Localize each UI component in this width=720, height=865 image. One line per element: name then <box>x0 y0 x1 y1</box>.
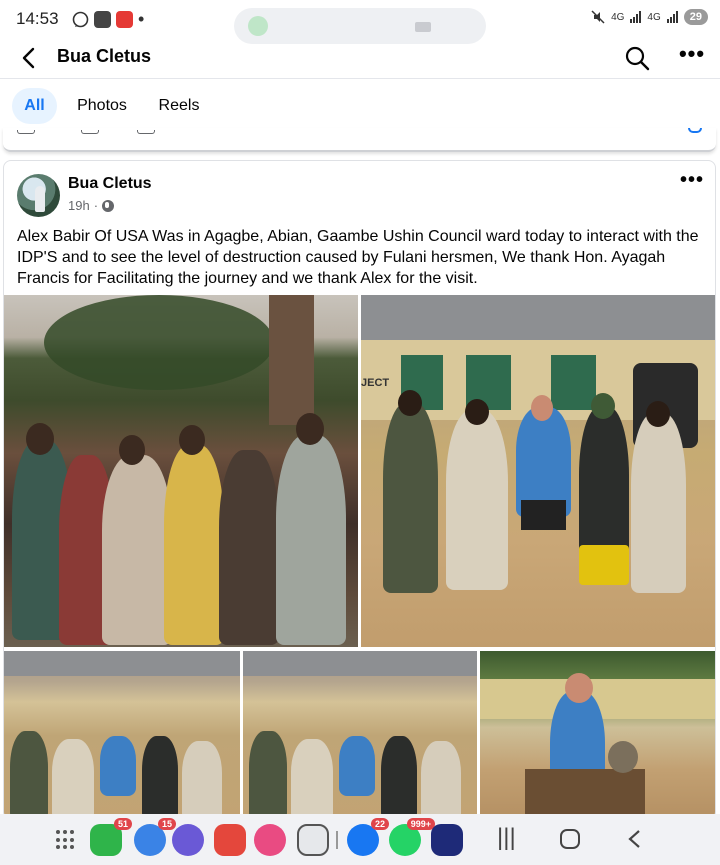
battery-level: 29 <box>683 9 708 25</box>
dock-separator <box>336 831 338 849</box>
app-drawer-icon[interactable] <box>56 830 76 850</box>
building-sign-text: JECT <box>361 377 390 389</box>
briefcase-icon <box>415 22 431 32</box>
arrow-left-icon[interactable] <box>16 44 44 72</box>
search-icon[interactable] <box>623 44 651 72</box>
signal-icon <box>630 11 642 23</box>
network-type-2: 4G <box>647 11 661 23</box>
mute-icon <box>591 10 605 24</box>
tab-photos[interactable]: Photos <box>70 88 134 124</box>
recents-icon[interactable]: ||| <box>497 826 516 850</box>
app-notification-icon <box>94 10 111 28</box>
group-photo[interactable]: JECT <box>361 295 715 647</box>
like-icon[interactable] <box>17 130 35 134</box>
status-indicators: 4G 4G 29 <box>591 9 708 25</box>
more-notifications-dot: • <box>138 9 145 29</box>
signal-icon-2 <box>666 11 678 23</box>
facebook-badge: 22 <box>370 818 389 830</box>
group-photo-3[interactable] <box>243 651 477 819</box>
tab-all[interactable]: All <box>12 88 57 124</box>
post-meta: 19h · <box>68 198 115 213</box>
reaction-icon <box>688 128 702 133</box>
nav-back-icon[interactable] <box>625 828 643 850</box>
camera-app-icon[interactable] <box>297 824 329 856</box>
phone-app-icon[interactable]: 51 <box>90 818 132 856</box>
youtube-notification-icon <box>116 10 133 28</box>
network-type: 4G <box>611 11 625 23</box>
meta-separator: · <box>93 198 99 213</box>
whatsapp-badge: 999+ <box>406 818 435 830</box>
whatsapp-icon <box>248 16 268 36</box>
share-icon[interactable] <box>137 130 155 134</box>
crowd-photo[interactable] <box>4 295 358 647</box>
globe-icon <box>102 199 115 212</box>
app-header: Bua Cletus ••• <box>0 38 720 78</box>
avatar[interactable] <box>17 174 60 217</box>
status-bar: 14:53 • 4G 4G 29 <box>0 0 720 44</box>
previous-post-footer <box>3 128 716 152</box>
header-divider <box>0 78 720 79</box>
unknown-app-icon[interactable] <box>431 824 463 856</box>
post-author[interactable]: Bua Cletus <box>68 175 152 193</box>
notes-app-icon[interactable] <box>214 824 246 856</box>
whatsapp-app-icon[interactable]: 999+ <box>389 818 435 856</box>
post-options-icon[interactable]: ••• <box>680 169 704 192</box>
bottom-navigation-bar: 51 15 22 999+ ||| <box>0 814 720 865</box>
gallery-app-icon[interactable] <box>254 824 286 856</box>
post-time[interactable]: 19h <box>68 198 90 213</box>
tab-reels[interactable]: Reels <box>153 88 205 124</box>
clock: 14:53 <box>16 9 59 28</box>
whatsapp-notification-icon <box>72 11 89 27</box>
filter-tabs: All Photos Reels <box>0 84 720 128</box>
man-with-monkey-photo[interactable] <box>480 651 715 819</box>
notification-icons: • <box>72 10 144 28</box>
messages-badge: 15 <box>157 818 176 830</box>
post-text: Alex Babir Of USA Was in Agagbe, Abian, … <box>17 228 699 287</box>
more-icon[interactable]: ••• <box>678 43 706 71</box>
messages-app-icon[interactable]: 15 <box>134 818 176 856</box>
page-title: Bua Cletus <box>57 46 152 66</box>
post-card: Bua Cletus 19h · ••• Alex Babir Of USA W… <box>3 160 716 820</box>
comment-icon[interactable] <box>81 130 99 134</box>
group-photo-2[interactable] <box>4 651 240 819</box>
browser-app-icon[interactable] <box>172 824 204 856</box>
phone-badge: 51 <box>113 818 132 830</box>
facebook-app-icon[interactable]: 22 <box>347 818 389 856</box>
home-icon[interactable] <box>559 828 581 850</box>
